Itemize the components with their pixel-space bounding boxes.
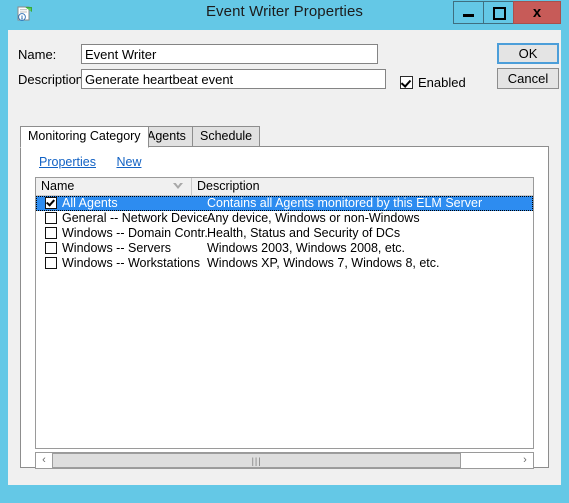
row-name: Windows -- Domain Contr... [62,226,207,240]
row-checkbox[interactable] [45,257,57,269]
column-header-description[interactable]: Description [192,178,533,195]
maximize-button[interactable] [483,1,514,24]
row-checkbox[interactable] [45,242,57,254]
row-description: Health, Status and Security of DCs [207,226,401,240]
sort-descending-icon [173,182,183,189]
ok-button[interactable]: OK [497,43,559,64]
table-row[interactable]: General -- Network Devices Any device, W… [36,211,533,226]
row-checkbox[interactable] [45,212,57,224]
minimize-button[interactable] [453,1,484,24]
table-row[interactable]: Windows -- Workstations Windows XP, Wind… [36,256,533,271]
name-label: Name: [18,47,57,62]
title-bar: Event Writer Properties x [0,0,569,30]
close-button[interactable]: x [513,1,561,24]
dialog-body: Name: Description Enabled OK Cancel Moni… [8,30,561,485]
row-name: General -- Network Devices [62,211,207,225]
column-header-name[interactable]: Name [36,178,192,195]
row-name: Windows -- Workstations [62,256,200,270]
description-label: Description [18,72,84,87]
tab-monitoring-category[interactable]: Monitoring Category [20,126,149,148]
row-description: Windows 2003, Windows 2008, etc. [207,241,406,255]
minimize-icon [463,14,474,17]
properties-link[interactable]: Properties [39,155,96,169]
description-input[interactable] [81,69,386,89]
list-rows: All Agents Contains all Agents monitored… [36,196,533,271]
description-row: Description [18,69,388,91]
row-description: Windows XP, Windows 7, Windows 8, etc. [207,256,440,270]
row-description: Any device, Windows or non-Windows [207,211,420,225]
new-link[interactable]: New [116,155,141,169]
row-checkbox[interactable] [45,197,57,209]
name-row: Name: [18,44,388,66]
scrollbar-grip-icon: ||| [251,456,262,466]
scrollbar-track[interactable]: ||| [52,453,517,468]
table-row[interactable]: Windows -- Servers Windows 2003, Windows… [36,241,533,256]
maximize-icon [493,7,506,20]
table-row[interactable]: All Agents Contains all Agents monitored… [36,196,533,211]
close-icon: x [532,4,542,21]
row-description: Contains all Agents monitored by this EL… [207,196,483,210]
name-input[interactable] [81,44,378,64]
event-writer-properties-window: Event Writer Properties x Name: Descript… [0,0,569,503]
monitoring-category-list[interactable]: Name Description All Agents Contains all… [35,177,534,449]
enabled-checkbox-box [400,75,413,89]
scroll-right-arrow-icon[interactable]: › [517,453,533,468]
row-name: All Agents [62,196,118,210]
table-row[interactable]: Windows -- Domain Contr... Health, Statu… [36,226,533,241]
tab-strip: Monitoring Category Agents Schedule [20,126,549,148]
row-checkbox[interactable] [45,227,57,239]
cancel-button[interactable]: Cancel [497,68,559,89]
window-controls: x [453,1,561,24]
column-header-name-label: Name [41,179,75,193]
horizontal-scrollbar[interactable]: ‹ ||| › [35,452,534,469]
enabled-checkbox[interactable]: Enabled [400,74,466,90]
scrollbar-thumb[interactable]: ||| [52,453,462,468]
column-header-description-label: Description [197,179,260,193]
enabled-checkbox-label: Enabled [418,74,466,90]
tab-schedule[interactable]: Schedule [192,126,261,147]
monitoring-category-panel: Properties New Name Description All Agen… [20,146,549,469]
list-header: Name Description [36,178,533,196]
panel-links: Properties New [39,155,158,169]
row-name: Windows -- Servers [62,241,172,255]
scroll-left-arrow-icon[interactable]: ‹ [36,453,52,468]
